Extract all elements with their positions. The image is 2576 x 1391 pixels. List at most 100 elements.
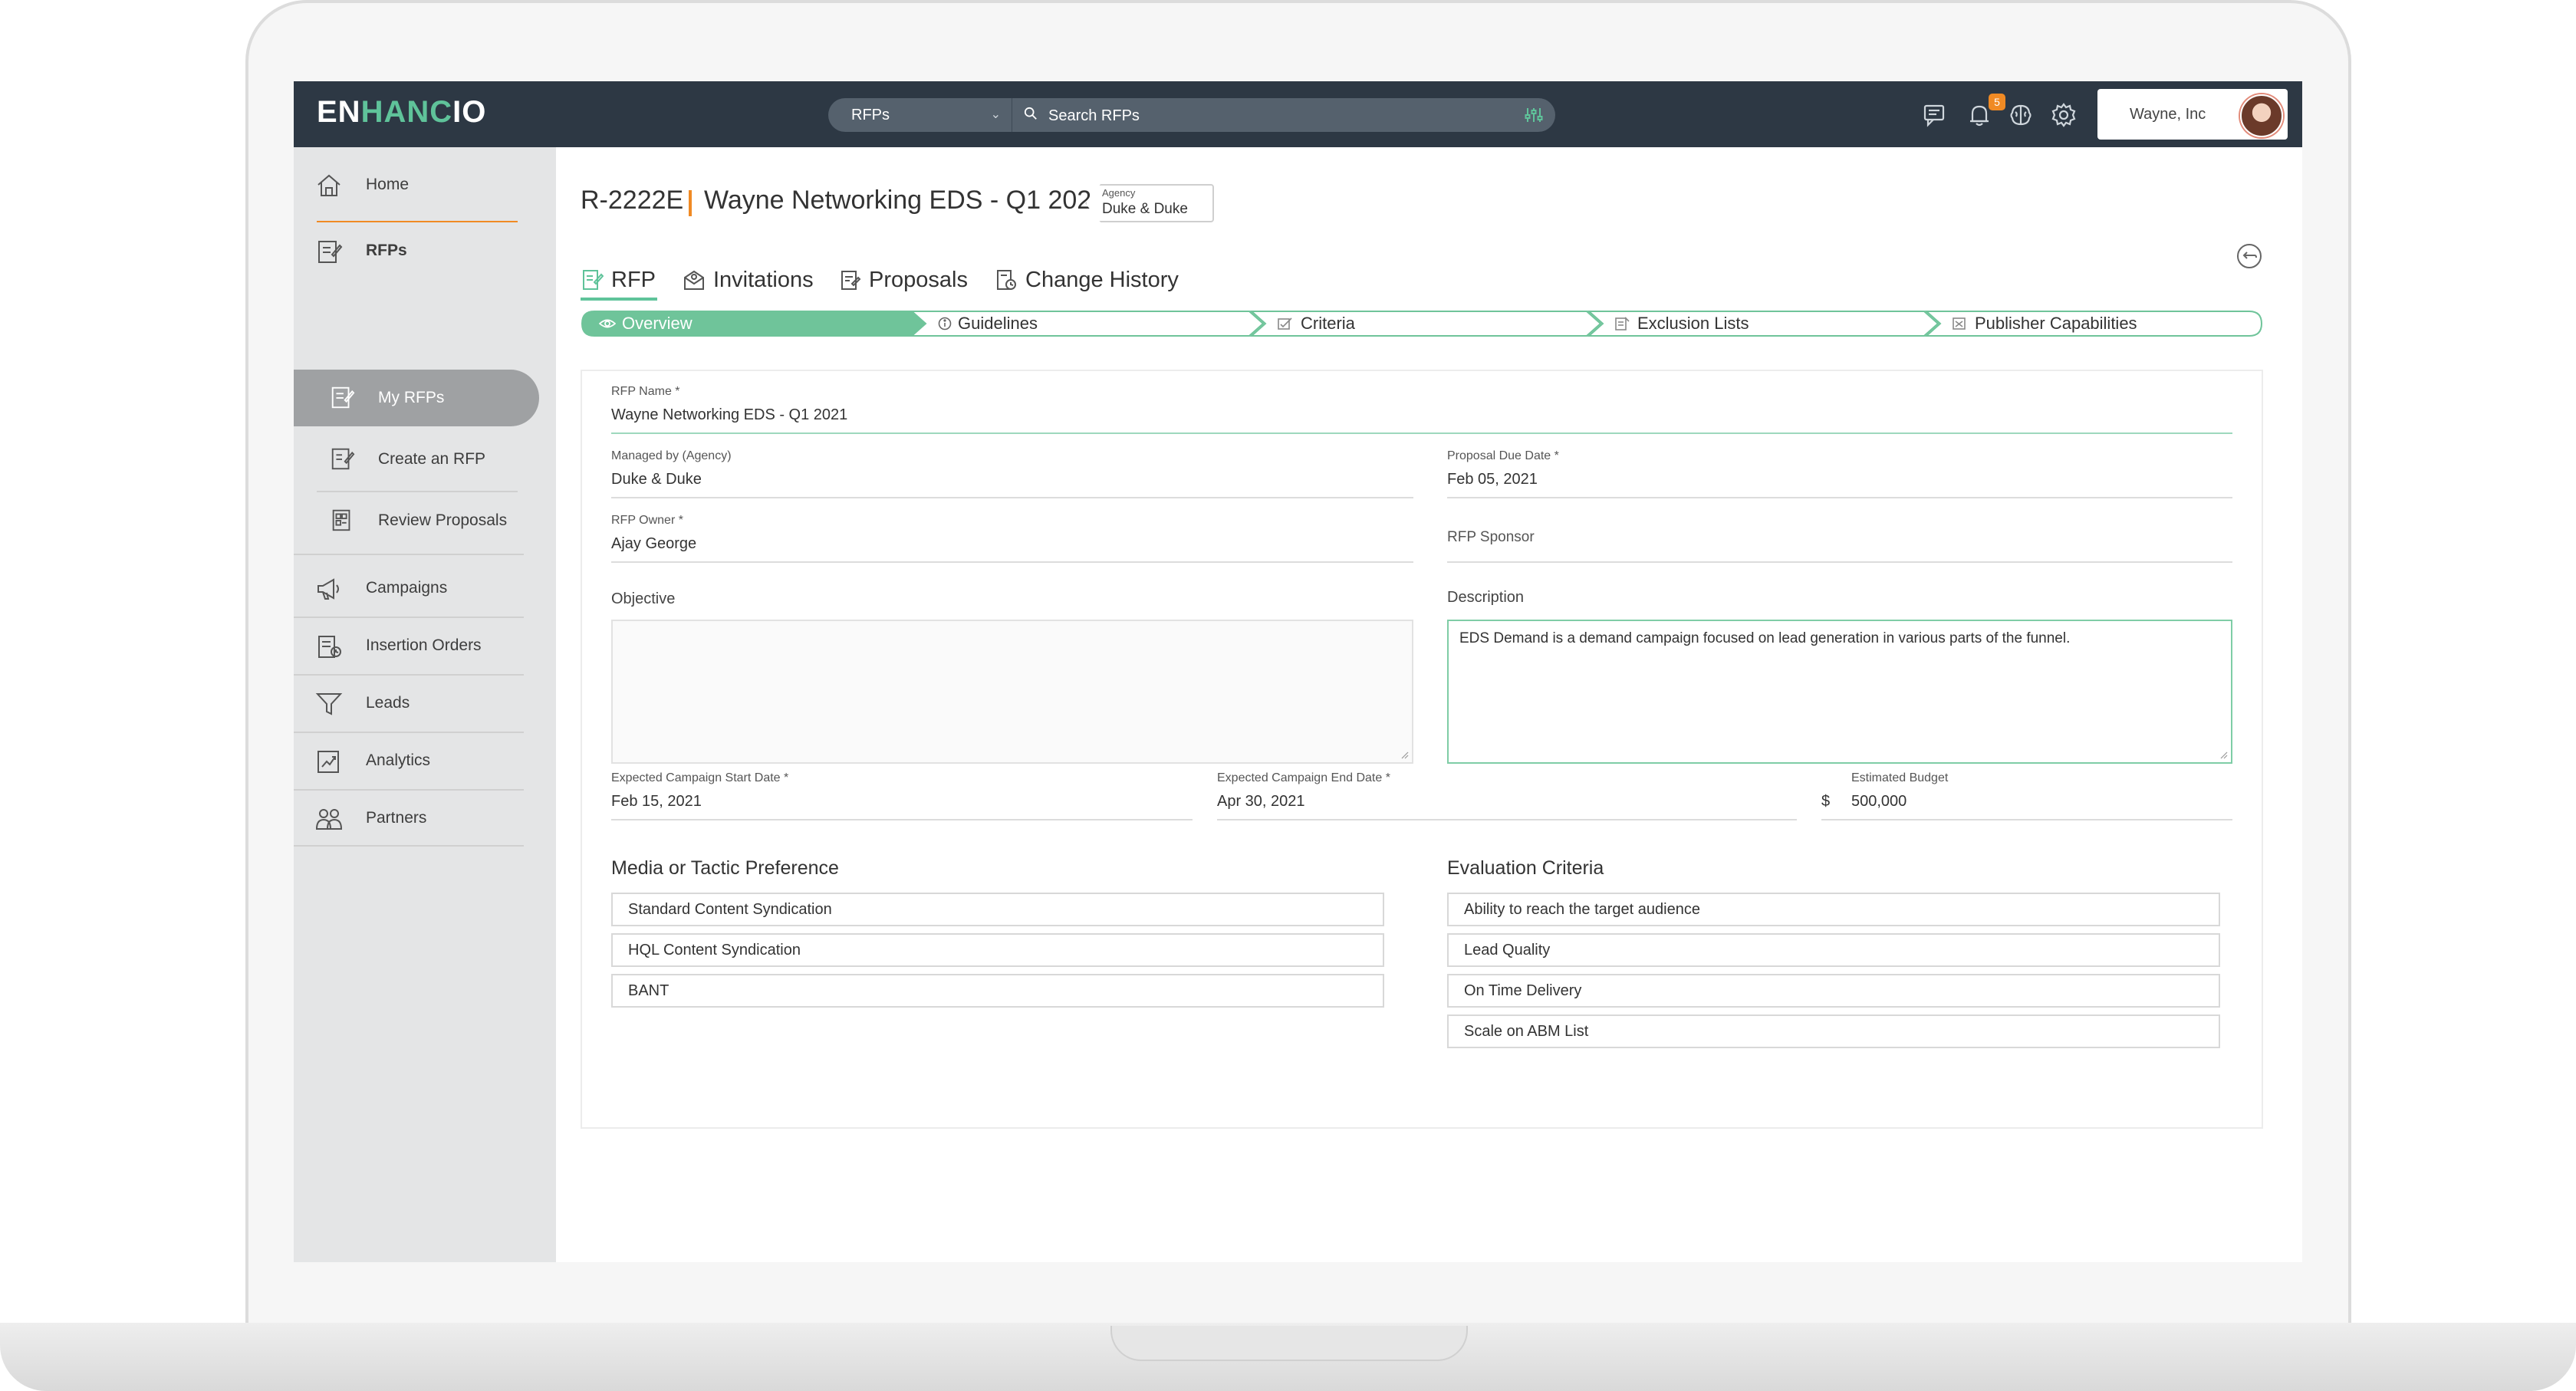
description-value: EDS Demand is a demand campaign focused … — [1459, 630, 2071, 646]
rfp-name-label: RFP Name * — [611, 385, 680, 398]
sidebar-item-analytics[interactable]: Analytics — [294, 734, 524, 788]
field-underline — [611, 497, 1413, 498]
objective-textarea[interactable] — [611, 620, 1413, 764]
rfp-form-card: RFP Name * Wayne Networking EDS - Q1 202… — [581, 370, 2263, 1129]
managed-by-field[interactable]: Managed by (Agency) Duke & Duke — [611, 449, 1413, 503]
proposal-due-value: Feb 05, 2021 — [1447, 471, 1538, 488]
rfp-sponsor-label: RFP Sponsor — [1447, 529, 1535, 545]
step-criteria[interactable]: Criteria — [1278, 310, 1569, 337]
search-scope-value: RFPs — [851, 107, 890, 123]
proposal-due-date-field[interactable]: Proposal Due Date * Feb 05, 2021 — [1447, 449, 2232, 503]
step-publisher-capabilities[interactable]: Publisher Capabilities — [1952, 310, 2243, 337]
app-logo[interactable]: ENHANCIO — [317, 95, 486, 130]
sidebar-divider — [317, 221, 518, 222]
sidebar-divider — [294, 617, 524, 618]
step-exclusion-lists[interactable]: Exclusion Lists — [1614, 310, 1906, 337]
back-arrow-icon[interactable] — [2235, 242, 2263, 270]
change-history-icon — [997, 270, 1016, 290]
media-item[interactable]: HQL Content Syndication — [611, 933, 1384, 967]
rfp-name-value: Wayne Networking EDS - Q1 2021 — [611, 406, 848, 423]
end-date-field[interactable]: Expected Campaign End Date * Apr 30, 202… — [1217, 771, 1797, 825]
sidebar-divider — [294, 674, 524, 676]
sidebar-divider — [294, 789, 524, 791]
field-underline — [1821, 819, 2232, 820]
invitation-envelope-icon — [684, 270, 704, 290]
insertion-orders-icon — [318, 636, 341, 658]
title-separator — [689, 190, 692, 216]
field-underline — [1447, 497, 2232, 498]
budget-label: Estimated Budget — [1851, 771, 1949, 784]
sidebar-item-insertion-orders[interactable]: Insertion Orders — [294, 619, 524, 672]
eye-icon — [599, 319, 616, 328]
managed-by-label: Managed by (Agency) — [611, 449, 732, 462]
start-date-value: Feb 15, 2021 — [611, 793, 702, 810]
main-content: R-2222E Wayne Networking EDS - Q1 2021 A… — [556, 147, 2302, 1262]
sidebar-divider — [294, 554, 524, 555]
description-textarea[interactable]: EDS Demand is a demand campaign focused … — [1447, 620, 2232, 764]
sidebar: Home RFPs My RFPs Create an RFP Review P… — [294, 147, 556, 1262]
media-item[interactable]: BANT — [611, 974, 1384, 1008]
sidebar-item-partners[interactable]: Partners — [294, 791, 524, 845]
tab-rfp[interactable]: RFP — [581, 264, 657, 296]
rfp-tab-icon — [583, 270, 604, 290]
criteria-item[interactable]: On Time Delivery — [1447, 974, 2220, 1008]
agency-value: Duke & Duke — [1102, 201, 1188, 217]
step-overview[interactable]: Overview — [599, 310, 890, 337]
tab-proposals[interactable]: Proposals — [838, 264, 969, 296]
exclusion-list-icon — [1615, 317, 1630, 330]
gear-icon[interactable] — [2050, 101, 2078, 129]
chevron-down-icon: ⌄ — [990, 108, 1001, 121]
sidebar-item-review-proposals[interactable]: Review Proposals — [294, 492, 524, 549]
sidebar-divider — [294, 845, 524, 847]
budget-value: 500,000 — [1851, 793, 1907, 810]
sidebar-item-my-rfps[interactable]: My RFPs — [294, 370, 539, 426]
brain-icon[interactable] — [2007, 101, 2035, 129]
search-bar: RFPs ⌄ — [828, 98, 1555, 133]
account-menu[interactable]: Wayne, Inc — [2097, 89, 2288, 140]
estimated-budget-field[interactable]: Estimated Budget 500,000 — [1821, 771, 2232, 825]
search-scope-select[interactable]: RFPs ⌄ — [828, 98, 1012, 132]
tab-change-history[interactable]: Change History — [995, 264, 1186, 296]
rfp-owner-value: Ajay George — [611, 535, 697, 552]
rfp-owner-field[interactable]: RFP Owner * Ajay George — [611, 514, 1413, 567]
end-date-label: Expected Campaign End Date * — [1217, 771, 1390, 784]
rfp-document-icon — [318, 241, 343, 263]
filter-sliders-icon[interactable] — [1525, 107, 1543, 123]
tab-invitations[interactable]: Invitations — [683, 264, 821, 296]
criteria-item[interactable]: Ability to reach the target audience — [1447, 893, 2220, 926]
search-icon — [1024, 107, 1037, 120]
resize-grip-icon[interactable] — [1400, 750, 1409, 759]
start-date-field[interactable]: Expected Campaign Start Date * Feb 15, 2… — [611, 771, 1193, 825]
my-rfps-icon — [331, 386, 355, 409]
rfp-name-field[interactable]: RFP Name * Wayne Networking EDS - Q1 202… — [611, 385, 2232, 439]
laptop-notch — [1110, 1326, 1468, 1361]
objective-label: Objective — [611, 590, 676, 607]
start-date-label: Expected Campaign Start Date * — [611, 771, 789, 784]
rfp-sponsor-field[interactable]: RFP Sponsor — [1447, 514, 2232, 567]
sidebar-item-campaigns[interactable]: Campaigns — [294, 561, 524, 615]
search-input[interactable] — [1047, 98, 1495, 133]
resize-grip-icon[interactable] — [2219, 750, 2228, 759]
page-title: Wayne Networking EDS - Q1 2021 — [704, 186, 1107, 215]
criteria-item[interactable]: Lead Quality — [1447, 933, 2220, 967]
agency-label: Agency — [1102, 187, 1136, 199]
account-name: Wayne, Inc — [2130, 106, 2206, 123]
field-underline — [611, 432, 2232, 434]
home-icon — [317, 174, 341, 196]
avatar[interactable] — [2240, 94, 2283, 137]
sidebar-item-leads[interactable]: Leads — [294, 676, 524, 730]
media-item[interactable]: Standard Content Syndication — [611, 893, 1384, 926]
analytics-chart-icon — [317, 751, 339, 773]
criteria-item[interactable]: Scale on ABM List — [1447, 1014, 2220, 1048]
create-rfp-icon — [331, 448, 355, 470]
messages-icon[interactable] — [1922, 101, 1949, 129]
active-tab-indicator — [581, 298, 657, 301]
review-proposals-icon — [332, 509, 350, 531]
budget-currency: $ — [1821, 793, 1831, 810]
sidebar-item-rfps[interactable]: RFPs — [294, 224, 524, 278]
partners-users-icon — [315, 809, 343, 830]
step-guidelines[interactable]: Guidelines — [938, 310, 1229, 337]
top-bar: ENHANCIO RFPs ⌄ 5 — [294, 81, 2302, 147]
sidebar-item-home[interactable]: Home — [294, 158, 524, 212]
sidebar-item-create-rfp[interactable]: Create an RFP — [294, 431, 524, 488]
